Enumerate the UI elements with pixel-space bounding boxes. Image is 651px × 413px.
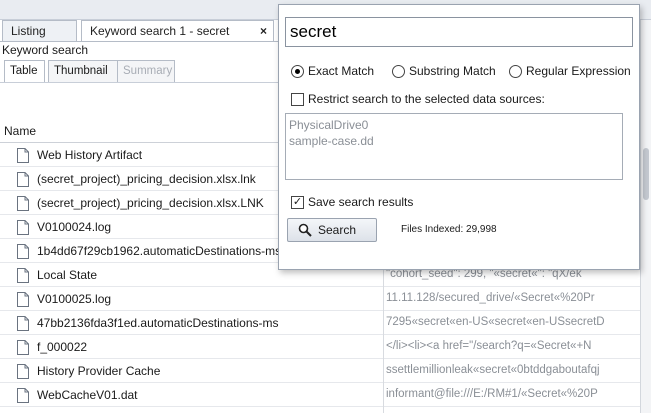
tab-summary: Summary	[117, 60, 175, 82]
file-name: WebCacheV01.dat	[37, 388, 138, 402]
tab-table[interactable]: Table	[4, 60, 45, 82]
magnifier-icon	[298, 223, 312, 237]
keyword-preview: </li><li><a href="/search?q=«Secret«+N	[386, 340, 592, 352]
file-name: 47bb2136fda3f1ed.automaticDestinations-m…	[37, 316, 279, 330]
file-icon	[17, 148, 29, 163]
save-results-checkbox[interactable]: ✓ Save search results	[291, 195, 414, 211]
right-edge-panel	[640, 20, 651, 413]
file-name: History Provider Cache	[37, 364, 161, 378]
checkbox-label: Save search results	[308, 195, 414, 209]
search-button[interactable]: Search	[287, 218, 377, 242]
keyword-preview: informant@file:///E:/RM#1/«Secret«%20P	[386, 388, 598, 400]
tab-keyword-search[interactable]: Keyword search 1 - secret ×	[81, 20, 274, 42]
file-icon	[17, 292, 29, 307]
file-name: f_000022	[37, 340, 88, 354]
panel-title: Keyword search	[2, 43, 89, 57]
radio-substring-match[interactable]: Substring Match	[392, 64, 508, 80]
table-row[interactable]: V0100025.log 11.11.128/secured_drive/«Sec…	[0, 287, 651, 311]
keyword-preview: 7295«secret«en-US«secret«en-USsecretD	[386, 316, 605, 328]
keyword-preview: 11.11.128/secured_drive/«Secret«%20Pr	[386, 292, 595, 304]
data-source-item[interactable]: PhysicalDrive0	[289, 118, 368, 132]
tab-thumbnail[interactable]: Thumbnail	[48, 60, 118, 82]
close-icon[interactable]: ×	[260, 21, 267, 42]
radio-exact-match[interactable]: Exact Match	[291, 64, 387, 80]
tab-listing[interactable]: Listing	[2, 20, 77, 42]
file-icon	[17, 388, 29, 403]
radio-indicator	[291, 65, 304, 78]
table-row[interactable]: 47bb2136fda3f1ed.automaticDestinations-m…	[0, 311, 651, 335]
checkbox-box: ✓	[291, 196, 304, 209]
restrict-data-sources-checkbox[interactable]: Restrict search to the selected data sou…	[291, 92, 591, 108]
checkbox-label: Restrict search to the selected data sou…	[308, 92, 545, 106]
file-icon	[17, 220, 29, 235]
table-row[interactable]: WebCacheV01.dat informant@file:///E:/RM#1…	[0, 383, 651, 407]
tab-keyword-search-label: Keyword search 1 - secret	[90, 24, 230, 38]
radio-label: Substring Match	[409, 64, 496, 78]
radio-indicator	[392, 65, 405, 78]
file-icon	[17, 364, 29, 379]
data-source-list[interactable]: PhysicalDrive0 sample-case.dd	[285, 113, 623, 180]
scrollbar-thumb[interactable]	[643, 148, 649, 200]
tab-listing-label: Listing	[11, 24, 46, 38]
file-icon	[17, 268, 29, 283]
file-icon	[17, 340, 29, 355]
radio-regular-expression[interactable]: Regular Expression	[509, 64, 641, 80]
column-header-name[interactable]: Name	[4, 124, 36, 138]
search-button-label: Search	[318, 223, 357, 237]
table-row[interactable]: History Provider Cache ssettlemillionleak…	[0, 359, 651, 383]
radio-indicator	[509, 65, 522, 78]
file-icon	[17, 196, 29, 211]
file-icon	[17, 244, 29, 259]
search-input[interactable]	[285, 17, 633, 47]
file-name: Local State	[37, 268, 98, 282]
file-icon	[17, 316, 29, 331]
checkbox-box	[291, 93, 304, 106]
table-row[interactable]: f_000022 </li><li><a href="/search?q=«Sec…	[0, 335, 651, 359]
files-indexed-count: Files Indexed: 29,998	[401, 224, 497, 235]
file-name: V0100025.log	[37, 292, 112, 306]
data-source-item[interactable]: sample-case.dd	[289, 134, 374, 148]
keyword-search-popup: Exact Match Substring Match Regular Expr…	[278, 4, 640, 270]
radio-label: Exact Match	[308, 64, 375, 78]
radio-label: Regular Expression	[526, 64, 631, 78]
file-icon	[17, 172, 29, 187]
keyword-preview: ssettlemillionleak«secret«0btddgaboutafq…	[386, 364, 600, 376]
